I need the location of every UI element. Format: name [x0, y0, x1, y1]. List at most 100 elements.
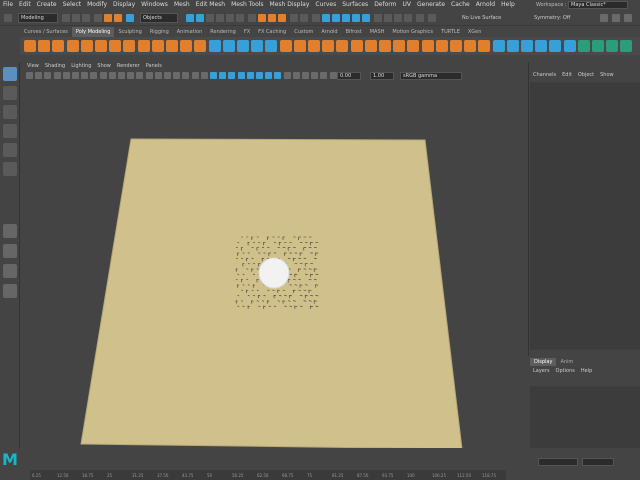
shelf-tool-icon[interactable] — [521, 40, 533, 52]
panel-toolbar-icon[interactable] — [136, 72, 144, 79]
status-line-icon[interactable] — [362, 14, 370, 22]
channel-menu-object[interactable]: Object — [575, 72, 597, 78]
menu-file[interactable]: File — [0, 0, 16, 10]
four-view-layout-icon[interactable] — [3, 244, 17, 258]
panel-toolbar-icon[interactable] — [145, 72, 153, 79]
status-line-icon[interactable] — [394, 14, 402, 22]
status-line-icon[interactable] — [278, 14, 286, 22]
menu-generate[interactable]: Generate — [414, 0, 448, 10]
shelf-tool-icon[interactable] — [606, 40, 619, 52]
outliner-layout-icon[interactable] — [3, 284, 17, 298]
shelf-tool-icon[interactable] — [421, 40, 434, 52]
menu-edit-mesh[interactable]: Edit Mesh — [193, 0, 228, 10]
status-line-icon[interactable] — [216, 14, 224, 22]
shelf-tool-icon[interactable] — [407, 40, 420, 52]
panel-toolbar-icon[interactable] — [99, 72, 107, 79]
shelf-tool-icon[interactable] — [492, 40, 505, 52]
panel-toolbar-icon[interactable] — [200, 72, 208, 79]
panel-toolbar-icon[interactable] — [329, 72, 337, 79]
panel-toolbar-icon[interactable] — [44, 72, 52, 79]
layer-tab-anim[interactable]: Anim — [556, 358, 577, 366]
menu-mesh[interactable]: Mesh — [171, 0, 193, 10]
shelf-tool-icon[interactable] — [38, 40, 51, 52]
status-line-icon[interactable] — [226, 14, 234, 22]
layer-tab-display[interactable]: Display — [530, 358, 557, 366]
shelf-tool-icon[interactable] — [535, 40, 548, 52]
shelf-tool-icon[interactable] — [506, 40, 519, 52]
panel-toolbar-icon[interactable] — [246, 72, 254, 79]
status-line-icon[interactable] — [404, 14, 412, 22]
panel-toolbar-icon[interactable] — [191, 72, 199, 79]
menu-deform[interactable]: Deform — [371, 0, 399, 10]
channel-menu-show[interactable]: Show — [597, 72, 617, 78]
status-line-icon[interactable] — [62, 14, 70, 22]
panel-menu-renderer[interactable]: Renderer — [114, 62, 143, 71]
rotate-tool-icon[interactable] — [3, 143, 17, 157]
workspace-select[interactable]: Maya Classic* — [568, 1, 628, 9]
shelf-tab-xgen[interactable]: XGen — [464, 27, 486, 37]
live-surface-label[interactable]: No Live Surface — [462, 13, 501, 23]
status-line-icon[interactable] — [352, 14, 360, 22]
panel-menu-shading[interactable]: Shading — [42, 62, 68, 71]
panel-menu-view[interactable]: View — [24, 62, 42, 71]
status-line-icon[interactable] — [114, 14, 122, 22]
menu-cache[interactable]: Cache — [448, 0, 473, 10]
status-line-icon[interactable] — [126, 14, 134, 22]
shelf-tool-icon[interactable] — [478, 40, 491, 52]
shelf-tool-icon[interactable] — [109, 40, 122, 52]
panel-toolbar-icon[interactable] — [283, 72, 291, 79]
shelf-tab-fx-caching[interactable]: FX Caching — [254, 27, 290, 37]
shelf-tool-icon[interactable] — [620, 40, 633, 52]
shelf-tool-icon[interactable] — [180, 40, 193, 52]
status-line-icon[interactable] — [248, 14, 256, 22]
shelf-tool-icon[interactable] — [194, 40, 207, 52]
status-line-icon[interactable] — [104, 14, 112, 22]
channel-box-area[interactable] — [530, 82, 640, 350]
menu-help[interactable]: Help — [498, 0, 518, 10]
panel-toolbar-icon[interactable] — [26, 72, 33, 79]
shelf-tab-turtle[interactable]: TURTLE — [437, 27, 464, 37]
panel-toolbar-icon[interactable] — [53, 72, 61, 79]
panel-toggle-icon[interactable] — [612, 14, 620, 22]
layer-editor-area[interactable] — [530, 386, 640, 450]
shelf-tool-icon[interactable] — [308, 40, 320, 52]
shelf-tool-icon[interactable] — [393, 40, 406, 52]
shelf-tool-icon[interactable] — [592, 40, 604, 52]
status-line-icon[interactable] — [332, 14, 340, 22]
panel-toolbar-icon[interactable] — [311, 72, 319, 79]
panel-toolbar-icon[interactable] — [182, 72, 190, 79]
shelf-tool-icon[interactable] — [237, 40, 249, 52]
viewport[interactable] — [24, 81, 526, 469]
shelf-tool-icon[interactable] — [151, 40, 164, 52]
status-line-icon[interactable] — [384, 14, 392, 22]
panel-toolbar-icon[interactable] — [72, 72, 79, 79]
status-line-icon[interactable] — [236, 14, 244, 22]
side-by-side-layout-icon[interactable] — [3, 264, 17, 278]
panel-toolbar-icon[interactable] — [228, 72, 236, 79]
status-line-icon[interactable] — [416, 14, 424, 22]
panel-toolbar-icon[interactable] — [90, 72, 98, 79]
shelf-tab-rendering[interactable]: Rendering — [206, 27, 240, 37]
status-line-icon[interactable] — [82, 14, 90, 22]
paint-select-tool-icon[interactable] — [3, 105, 17, 119]
panel-menu-show[interactable]: Show — [94, 62, 114, 71]
status-line-icon[interactable] — [4, 14, 12, 22]
shelf-tool-icon[interactable] — [336, 40, 349, 52]
menu-display[interactable]: Display — [110, 0, 138, 10]
shelf-tool-icon[interactable] — [322, 40, 335, 52]
symmetry-select[interactable]: Symmetry: Off — [534, 13, 570, 23]
panel-toolbar-icon[interactable] — [62, 72, 70, 79]
range-end-field[interactable] — [582, 458, 614, 466]
shelf-tab-curves-surfaces[interactable]: Curves / Surfaces — [20, 27, 72, 37]
move-tool-icon[interactable] — [3, 124, 17, 138]
panel-toolbar-icon[interactable] — [154, 72, 162, 79]
shelf-tool-icon[interactable] — [24, 40, 36, 52]
shelf-tab-motion-graphics[interactable]: Motion Graphics — [388, 27, 437, 37]
panel-toolbar-icon[interactable] — [164, 72, 171, 79]
panel-toolbar-icon[interactable] — [292, 72, 300, 79]
range-start-field[interactable] — [538, 458, 578, 466]
status-line-icon[interactable] — [342, 14, 350, 22]
shelf-tool-icon[interactable] — [577, 40, 590, 52]
menu-select[interactable]: Select — [60, 0, 85, 10]
status-line-icon[interactable] — [258, 14, 266, 22]
